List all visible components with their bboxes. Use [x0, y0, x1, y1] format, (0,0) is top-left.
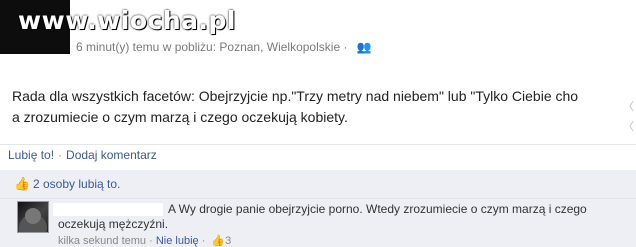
watermark-text: www.wiocha.pl [18, 6, 236, 35]
divider [0, 144, 636, 145]
thumbs-up-icon: 👍 [211, 235, 226, 247]
post-meta: 6 minut(y) temu w pobliżu: Poznan, Wielk… [76, 40, 372, 54]
likes-summary[interactable]: 👍 2 osoby lubią to. [14, 176, 120, 192]
chevron-icon[interactable]: 〈 [623, 118, 634, 134]
add-comment-link[interactable]: Dodaj komentarz [66, 148, 157, 162]
comment-time[interactable]: kilka sekund temu [58, 235, 146, 247]
likes-text[interactable]: 2 osoby lubią to. [33, 177, 120, 191]
thumbs-up-icon: 👍 [14, 176, 31, 191]
post-meta-text: 6 minut(y) temu w pobliżu: Poznan, Wielk… [76, 40, 348, 54]
people-icon: 👥 [356, 40, 372, 54]
comment-likes-count[interactable]: 3 [225, 235, 231, 247]
unlike-link[interactable]: Nie lubię [156, 235, 199, 247]
post-actions: Lubię to! · Dodaj komentarz [8, 148, 157, 162]
comment-meta-separator: · [198, 235, 209, 247]
like-link[interactable]: Lubię to! [8, 148, 54, 162]
post-text-line-2: a zrozumiecie o czym marzą i czego oczek… [12, 109, 348, 125]
post-body: Rada dla wszystkich facetów: Obejrzyjcie… [12, 86, 636, 128]
avatar[interactable] [17, 201, 49, 233]
comment-text-line-2: oczekują mężczyźni. [58, 217, 169, 231]
comment-text-line-1: A Wy drogie panie obejrzyjcie porno. Wte… [168, 202, 587, 216]
actions-separator: · [58, 148, 63, 162]
post-text-line-1: Rada dla wszystkich facetów: Obejrzyjcie… [12, 88, 579, 104]
chevron-icon[interactable]: 〈 [623, 98, 634, 114]
comment-author-redacted [53, 203, 163, 216]
comment-meta: kilka sekund temu · Nie lubię · 👍3 [58, 235, 231, 247]
comment-meta-separator: · [146, 235, 156, 247]
